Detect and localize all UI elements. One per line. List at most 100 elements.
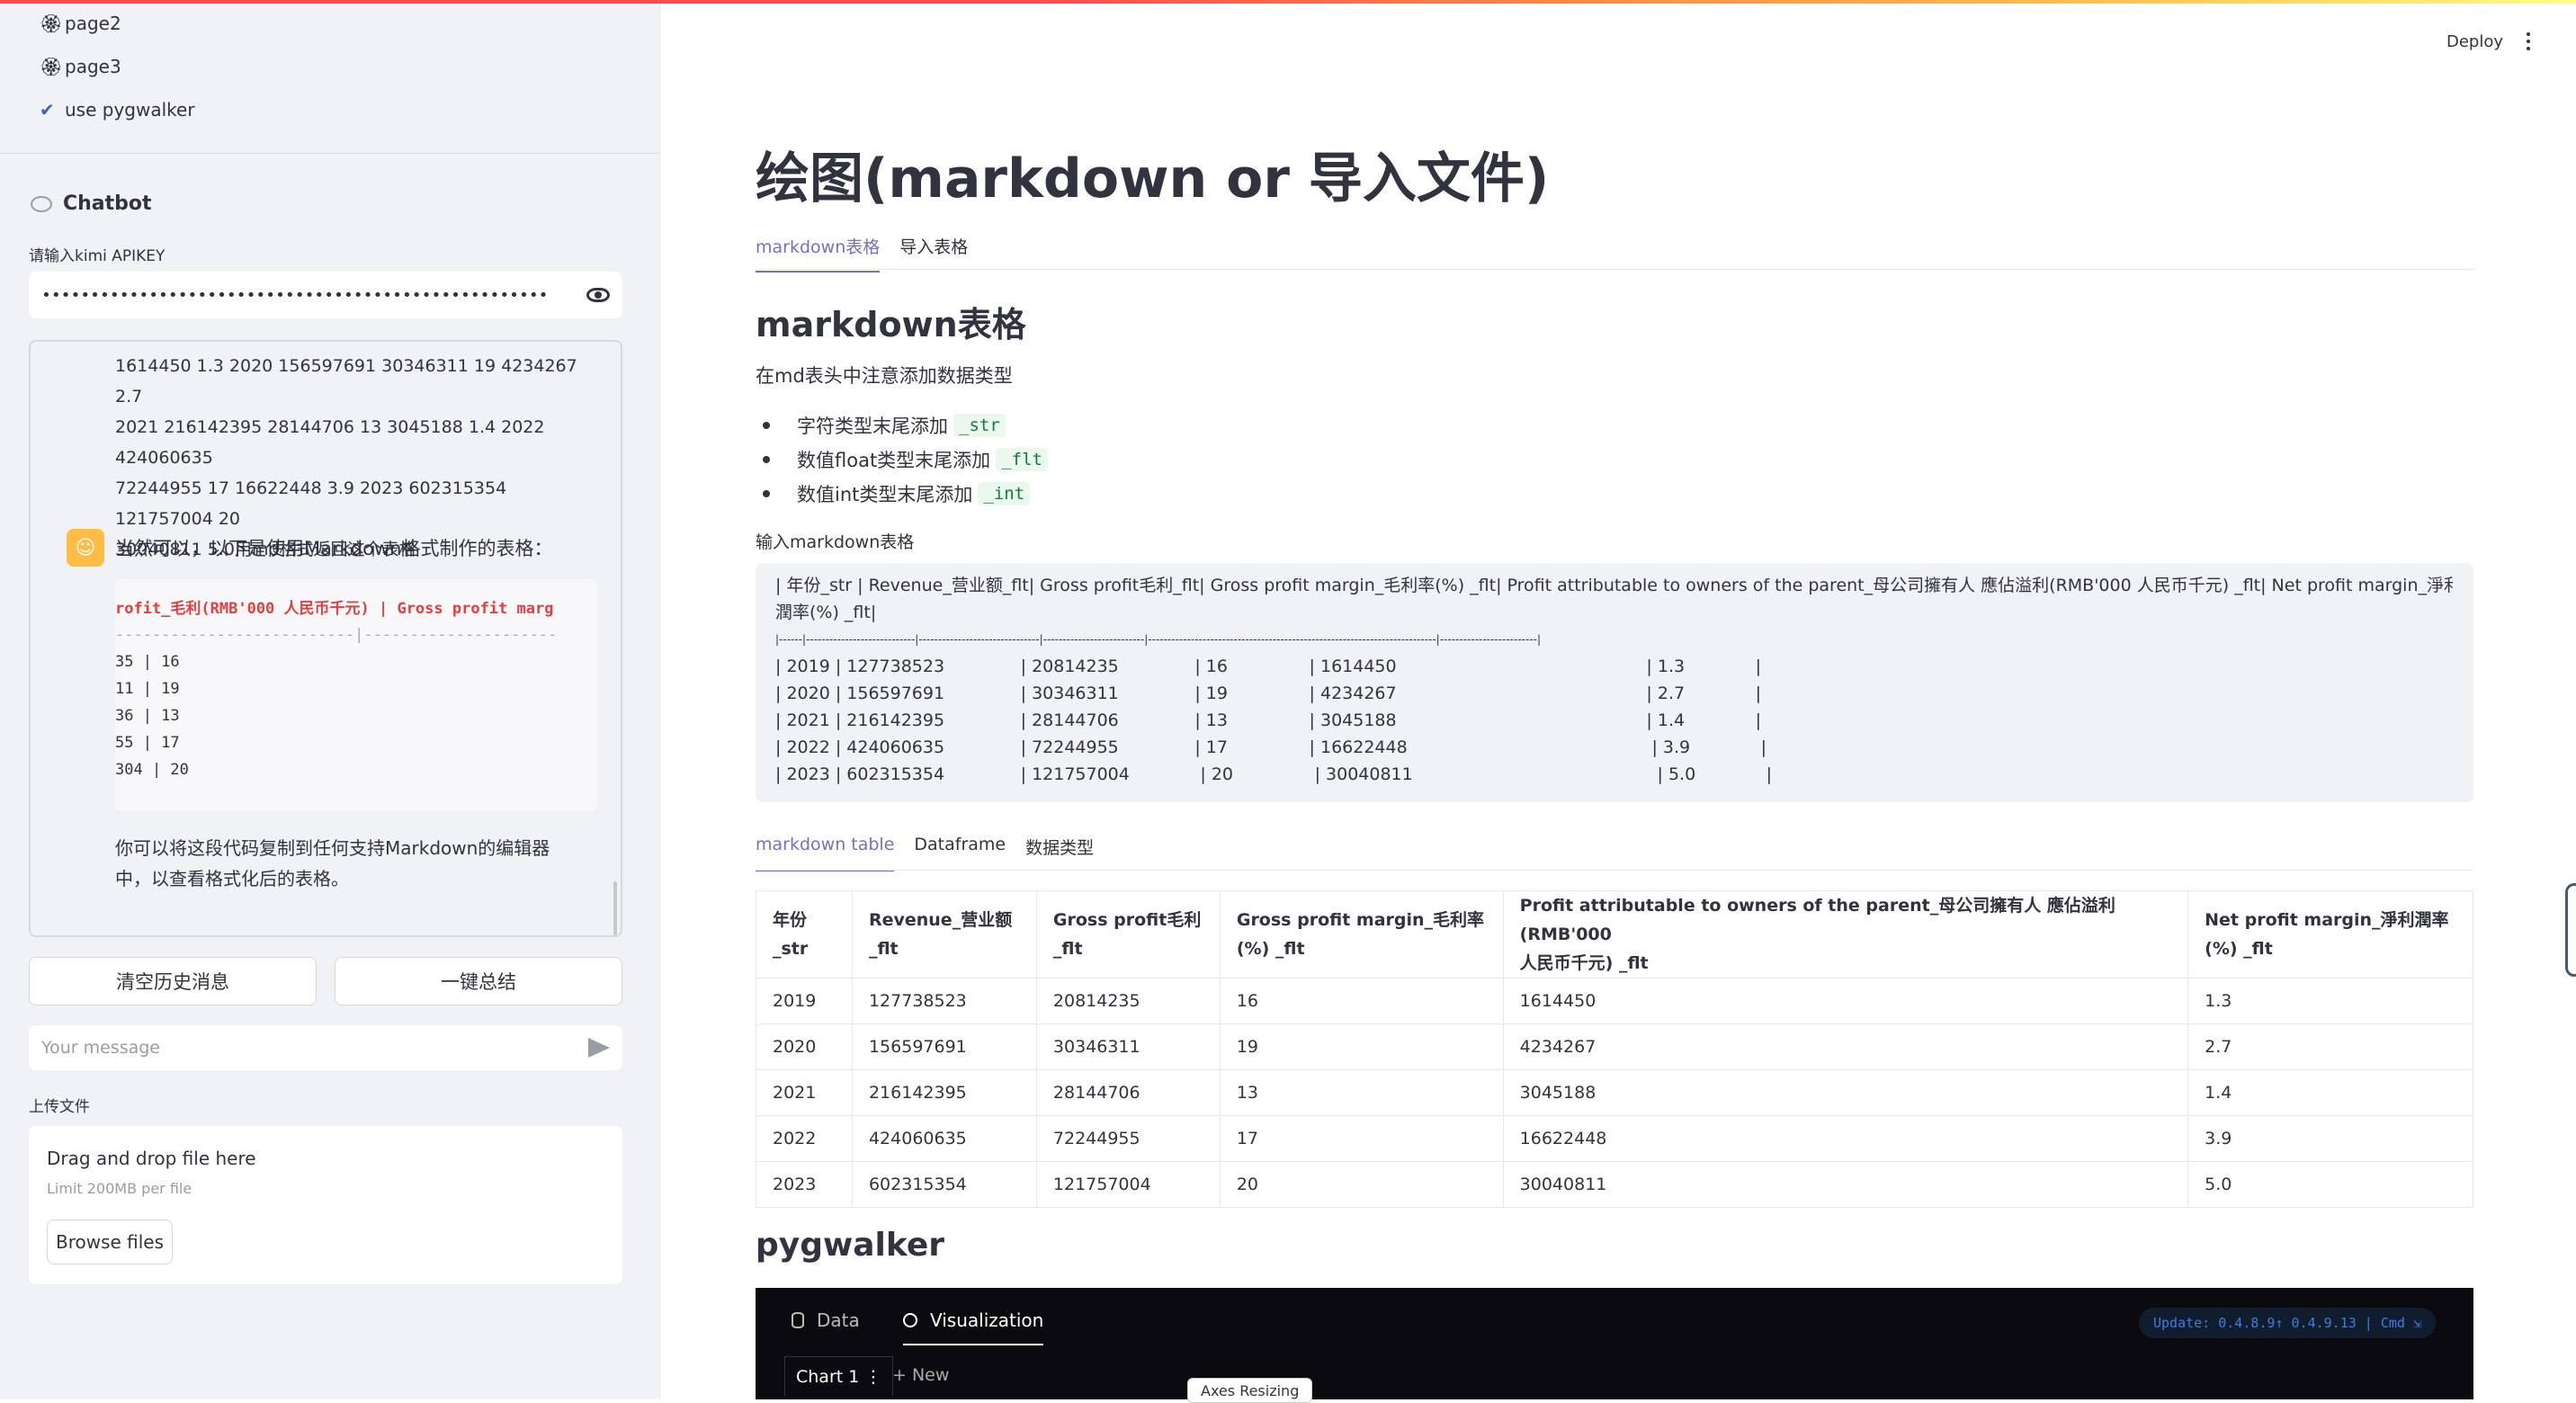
table-header-gross-margin: Gross profit margin_毛利率 (%) _flt [1219, 890, 1504, 979]
deploy-button[interactable]: Deploy [2446, 32, 2503, 51]
section-title: markdown表格 [756, 305, 1026, 344]
inline-code: _int [978, 482, 1031, 505]
upload-drag-text: Drag and drop file here [47, 1148, 256, 1169]
markdown-textarea[interactable]: | 年份_str | Revenue_营业额_flt| Gross profit… [756, 563, 2473, 802]
sidebar-item-use-pygwalker[interactable]: ✔ use pygwalker [40, 99, 195, 121]
sidebar-item-page3[interactable]: 🏵 page3 [40, 56, 121, 77]
bot-reply-outro: 你可以将这段代码复制到任何支持Markdown的编辑器中，以查看格式化后的表格。 [115, 837, 550, 889]
kebab-menu-icon[interactable] [2526, 32, 2531, 50]
table-header-row: 年份 _str Revenue_营业额 _flt Gross profit毛利 … [756, 890, 2473, 979]
table-cell: 20814235 [1035, 978, 1221, 1024]
browse-files-button[interactable]: Browse files [47, 1220, 173, 1264]
table-cell: 121757004 [1035, 1161, 1221, 1208]
file-uploader[interactable]: Drag and drop file here Limit 200MB per … [29, 1126, 622, 1284]
tab-markdown-table-view[interactable]: markdown table [756, 835, 895, 871]
resize-handle[interactable] [2565, 883, 2576, 977]
inline-code: _flt [996, 448, 1048, 471]
table-cell: 3045188 [1502, 1069, 2189, 1116]
table-header-net-margin: Net profit margin_淨利潤率 (%) _flt [2187, 890, 2473, 979]
table-row: 2019 127738523 20814235 16 1614450 1.3 [756, 978, 2473, 1024]
code-row: 11 | 19 [115, 680, 180, 698]
clear-history-button[interactable]: 清空历史消息 [29, 957, 317, 1005]
chart-tab[interactable]: Chart 1 ⋮ [784, 1356, 894, 1396]
tab-dataframe[interactable]: Dataframe [914, 835, 1006, 871]
chat-bubble-icon [31, 195, 52, 212]
table-cell: 2.7 [2187, 1023, 2473, 1070]
table-header-profit-attributable: Profit attributable to owners of the par… [1502, 890, 2189, 979]
message-input[interactable]: Your message [29, 1025, 622, 1070]
table-cell: 4234267 [1502, 1023, 2189, 1070]
list-item: 数值int类型末尾添加 _int [763, 477, 1048, 511]
markdown-line: | 年份_str | Revenue_营业额_flt| Gross profit… [775, 576, 2454, 595]
table-header-revenue: Revenue_营业额 _flt [851, 890, 1037, 979]
code-row: 304 | 20 [115, 761, 189, 779]
table-cell: 3.9 [2187, 1115, 2473, 1162]
page-title: 绘图(markdown or 导入文件) [756, 147, 1550, 210]
send-icon[interactable] [588, 1038, 610, 1058]
pygwalker-title: pygwalker [756, 1227, 945, 1264]
pygwalker-tab-data[interactable]: Data [792, 1309, 860, 1331]
table-row: 2023 602315354 121757004 20 30040811 5.0 [756, 1161, 2473, 1208]
code-header: rofit_毛利(RMB'000 人民币千元) | Gross profit m… [115, 600, 554, 618]
markdown-line: | 2020 | 156597691 | 30346311 | 19 | 423… [775, 684, 1761, 703]
chatbot-title: Chatbot [31, 192, 152, 215]
upload-label: 上传文件 [29, 1098, 90, 1116]
pygwalker-panel: Data Visualization Update: 0.4.8.9↑ 0.4.… [756, 1288, 2473, 1399]
table-cell: 72244955 [1035, 1115, 1221, 1162]
sidebar-item-label: page2 [65, 13, 121, 34]
new-chart-button[interactable]: + New [892, 1365, 949, 1385]
code-row: 35 | 16 [115, 653, 180, 671]
markdown-line: | 2023 | 602315354 | 121757004 | 20 | 30… [775, 764, 1773, 784]
top-decoration-bar [0, 0, 2576, 4]
tab-underline [756, 269, 2473, 270]
pygwalker-tab-label: Visualization [930, 1309, 1044, 1331]
table-cell: 602315354 [851, 1161, 1037, 1208]
sidebar-divider [0, 153, 659, 154]
flower-emoji-icon: 🏵 [40, 56, 63, 77]
user-message: 1614450 1.3 2020 156597691 30346311 19 4… [115, 351, 601, 565]
intro-text: 在md表头中注意添加数据类型 [756, 365, 1013, 387]
table-cell: 16 [1219, 978, 1504, 1024]
summarize-button[interactable]: 一键总结 [335, 957, 622, 1005]
table-cell: 28144706 [1035, 1069, 1221, 1116]
list-item: 数值float类型末尾添加 _flt [763, 442, 1048, 477]
database-icon [792, 1312, 804, 1328]
table-cell: 424060635 [851, 1115, 1037, 1162]
upload-limit-text: Limit 200MB per file [47, 1180, 192, 1197]
table-cell: 13 [1219, 1069, 1504, 1116]
chat-history[interactable]: 1614450 1.3 2020 156597691 30346311 19 4… [29, 340, 622, 937]
chatbot-title-text: Chatbot [63, 192, 152, 215]
chat-scrollbar[interactable] [613, 881, 617, 935]
tab-data-types[interactable]: 数据类型 [1025, 835, 1094, 871]
table-cell: 2021 [756, 1069, 853, 1116]
code-row: 36 | 13 [115, 707, 180, 725]
sidebar: 🏵 page2 🏵 page3 ✔ use pygwalker Chatbot … [0, 0, 660, 1399]
table-cell: 156597691 [851, 1023, 1037, 1070]
table-cell: 16622448 [1502, 1115, 2189, 1162]
sidebar-item-page2[interactable]: 🏵 page2 [40, 13, 121, 34]
table-cell: 20 [1219, 1161, 1504, 1208]
chart-icon [903, 1313, 917, 1327]
sidebar-item-label: use pygwalker [65, 99, 195, 121]
markdown-line: | 2019 | 127738523 | 20814235 | 16 | 161… [775, 657, 1761, 676]
table-header-gross-profit: Gross profit毛利 _flt [1035, 890, 1221, 979]
table-cell: 1614450 [1502, 978, 2189, 1024]
tab-import-table[interactable]: 导入表格 [899, 234, 968, 273]
api-key-input[interactable]: ••••••••••••••••••••••••••••••••••••••••… [29, 272, 622, 318]
eye-icon[interactable] [586, 288, 610, 302]
code-separator: --------------------------|-------------… [115, 626, 558, 644]
data-table: 年份 _str Revenue_营业额 _flt Gross profit毛利 … [756, 890, 2473, 1208]
markdown-line: 潤率(%) _flt| [775, 603, 877, 622]
update-badge[interactable]: Update: 0.4.8.9↑ 0.4.9.13 | Cmd ⇲ [2138, 1308, 2436, 1338]
table-cell: 2019 [756, 978, 853, 1024]
tab-markdown-table[interactable]: markdown表格 [756, 234, 881, 273]
bot-avatar-icon: ☺ [67, 529, 104, 567]
bot-reply-intro: 当然可以，以下是使用Markdown格式制作的表格： [115, 538, 553, 559]
code-block: rofit_毛利(RMB'000 人民币千元) | Gross profit m… [115, 579, 597, 811]
top-tabs: markdown表格 导入表格 [756, 234, 968, 273]
pygwalker-tab-visualization[interactable]: Visualization [903, 1309, 1044, 1345]
api-key-label: 请输入kimi APIKEY [29, 247, 165, 265]
table-cell: 127738523 [851, 978, 1037, 1024]
type-hint-list: 字符类型末尾添加 _str 数值float类型末尾添加 _flt 数值int类型末尾… [763, 408, 1048, 511]
table-cell: 5.0 [2187, 1161, 2473, 1208]
